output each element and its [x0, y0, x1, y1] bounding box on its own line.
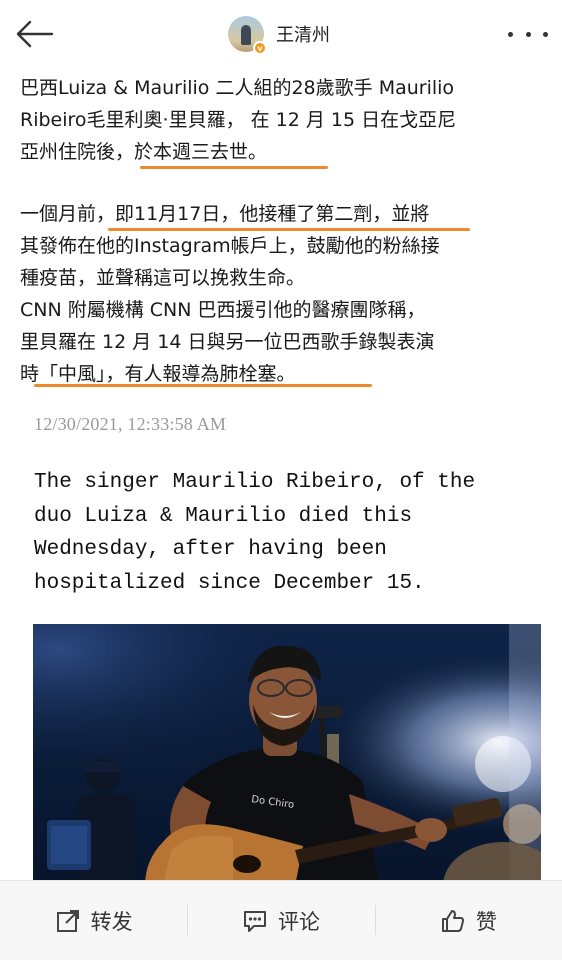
- more-dot: [508, 31, 513, 37]
- repost-label: 转发: [90, 909, 133, 934]
- share-icon: [56, 909, 79, 932]
- back-arrow-icon: [16, 20, 54, 48]
- highlight-underline: [140, 166, 328, 169]
- post-paragraph-1: 巴西Luiza & Maurilio 二人組的28歲歌手 Maurilio Ri…: [20, 72, 544, 168]
- news-timestamp: 12/30/2021, 12:33:58 AM: [34, 414, 227, 434]
- singer-photo-illustration: Do Chiro: [33, 624, 541, 886]
- highlight-underline: [34, 384, 372, 387]
- text-line: CNN 附屬機構 CNN 巴西援引他的醫療團隊稱，: [20, 299, 426, 321]
- username[interactable]: 王清州: [276, 21, 330, 47]
- text-line: 種疫苗，並聲稱這可以挽救生命。: [20, 267, 306, 289]
- text-line: 一個月前，即11月17日，他接種了第二劑，並將: [20, 203, 430, 225]
- highlight-underline: [108, 228, 470, 231]
- thumbs-up-icon: [441, 909, 464, 932]
- news-excerpt-text: The singer Maurilio Ribeiro, of the duo …: [34, 471, 476, 595]
- avatar[interactable]: v: [228, 16, 267, 55]
- back-button[interactable]: [12, 14, 56, 54]
- top-navigation-bar: v 王清州: [0, 0, 562, 66]
- more-dot: [543, 31, 548, 37]
- post-author[interactable]: v 王清州: [228, 14, 330, 55]
- post-paragraph-2: 一個月前，即11月17日，他接種了第二劑，並將 其發佈在他的Instagram帳…: [20, 198, 544, 390]
- more-dot: [525, 31, 531, 37]
- comment-button[interactable]: 评论: [187, 881, 374, 960]
- text-line: 巴西Luiza & Maurilio 二人組的28歲歌手 Maurilio: [20, 77, 455, 99]
- text-line: 亞州住院後，於本週三去世。: [20, 141, 268, 163]
- like-label: 赞: [475, 909, 497, 934]
- comment-label: 评论: [277, 909, 320, 934]
- text-line: 里貝羅在 12 月 14 日與另一位巴西歌手錄製表演: [20, 331, 435, 353]
- text-line: 其發佈在他的Instagram帳戶上，鼓勵他的粉絲接: [20, 235, 440, 257]
- text-line: Ribeiro毛里利奧·里貝羅， 在 12 月 15 日在戈亞尼: [20, 109, 457, 131]
- like-button[interactable]: 赞: [374, 881, 562, 960]
- comment-icon: [243, 910, 266, 932]
- singer-photo[interactable]: Do Chiro: [33, 624, 541, 886]
- repost-button[interactable]: 转发: [0, 881, 187, 960]
- bottom-action-bar: 转发 评论 赞: [0, 880, 562, 960]
- more-options-button[interactable]: [508, 22, 548, 46]
- verified-badge-icon: v: [253, 41, 267, 55]
- avatar-figure: [241, 25, 251, 45]
